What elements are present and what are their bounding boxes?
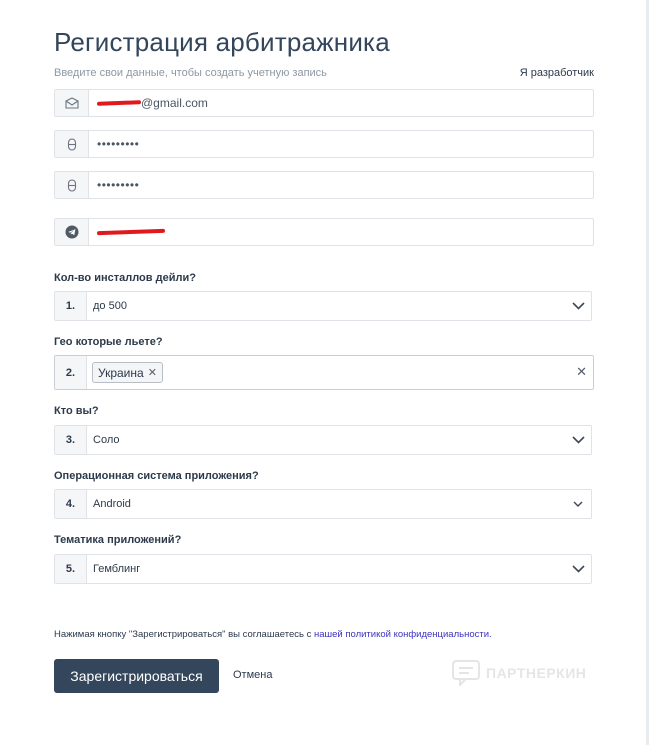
close-icon[interactable]: ✕ [148, 366, 157, 379]
privacy-policy-link[interactable]: нашей политикой конфиденциальности. [314, 629, 492, 640]
cancel-button[interactable]: Отмена [233, 669, 272, 681]
question-label-os: Операционная система приложения? [54, 470, 259, 482]
question-label-installs: Кол-во инсталлов дейли? [54, 272, 196, 284]
register-button[interactable]: Зарегистрироваться [54, 659, 219, 693]
password-value: ••••••••• [97, 137, 140, 151]
theme-select[interactable]: 5. Гемблинг [54, 554, 592, 584]
page-subtitle: Введите свои данные, чтобы создать учетн… [54, 67, 327, 79]
password-confirm-field[interactable]: ••••••••• [54, 171, 594, 199]
question-number: 1. [55, 292, 87, 320]
password-field[interactable]: ••••••••• [54, 130, 594, 158]
question-number: 2. [55, 356, 87, 389]
email-suffix: @gmail.com [141, 96, 208, 110]
privacy-notice-text: Нажимая кнопку "Зарегистрироваться" вы с… [54, 629, 314, 640]
telegram-icon [55, 219, 89, 245]
close-icon[interactable]: ✕ [576, 364, 587, 380]
chevron-down-icon [565, 565, 591, 573]
email-field[interactable]: @gmail.com [54, 89, 594, 117]
redacted-telegram-handle [97, 228, 165, 236]
geo-tag: Украина ✕ [92, 362, 163, 383]
installs-value: до 500 [93, 300, 127, 312]
os-select[interactable]: 4. Android [54, 489, 592, 519]
chat-bubble-icon [452, 660, 480, 686]
question-number: 5. [55, 555, 87, 583]
chevron-down-icon [565, 501, 591, 508]
question-label-who: Кто вы? [54, 405, 99, 417]
installs-select[interactable]: 1. до 500 [54, 291, 592, 321]
who-value: Соло [93, 434, 120, 446]
theme-value: Гемблинг [93, 563, 141, 575]
lock-icon [55, 172, 89, 198]
geo-multiselect[interactable]: 2. Украина ✕ ✕ [54, 355, 594, 390]
chevron-down-icon [565, 436, 591, 444]
question-label-theme: Тематика приложений? [54, 534, 182, 546]
question-number: 4. [55, 490, 87, 518]
question-number: 3. [55, 426, 87, 454]
chevron-down-icon [565, 302, 591, 310]
who-select[interactable]: 3. Соло [54, 425, 592, 455]
partnerkin-watermark: ПАРТНЕРКИН [452, 660, 586, 686]
envelope-icon [55, 90, 89, 116]
page-title: Регистрация арбитражника [54, 27, 390, 57]
lock-icon [55, 131, 89, 157]
privacy-notice: Нажимая кнопку "Зарегистрироваться" вы с… [54, 629, 492, 640]
password-confirm-value: ••••••••• [97, 178, 140, 192]
watermark-text: ПАРТНЕРКИН [486, 665, 587, 681]
telegram-field[interactable] [54, 218, 594, 246]
question-label-geo: Гео которые льете? [54, 336, 163, 348]
developer-link[interactable]: Я разработчик [520, 67, 594, 79]
redacted-email-name [97, 100, 141, 106]
geo-tag-label: Украина [98, 365, 144, 380]
os-value: Android [93, 498, 131, 510]
